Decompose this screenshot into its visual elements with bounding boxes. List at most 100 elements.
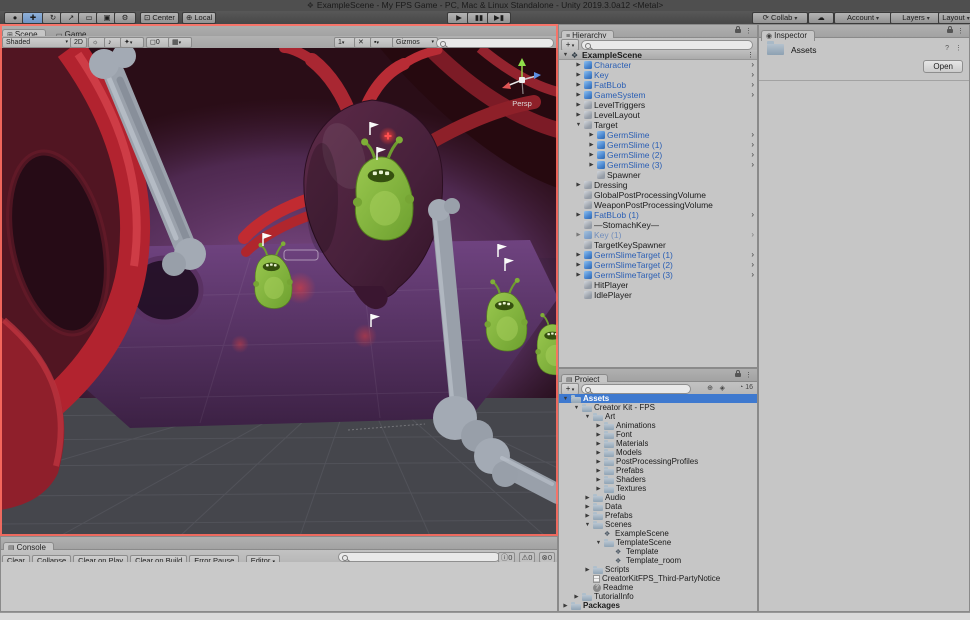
project-item[interactable]: Template ›	[559, 547, 757, 556]
prefab-chevron-icon[interactable]: ›	[751, 90, 754, 100]
persp-label[interactable]: Persp	[512, 99, 532, 108]
expand-arrow-icon[interactable]	[595, 477, 602, 483]
account-dropdown[interactable]: Account▾	[834, 12, 892, 24]
expand-arrow-icon[interactable]	[595, 432, 602, 438]
expand-arrow-icon[interactable]	[595, 540, 602, 546]
expand-arrow-icon[interactable]	[584, 513, 591, 519]
project-item[interactable]: Shaders ›	[559, 475, 757, 484]
gizmos-dropdown[interactable]: Gizmos▾	[392, 37, 438, 48]
expand-arrow-icon[interactable]	[575, 92, 582, 98]
hierarchy-item[interactable]: GermSlimeTarget (3) ›	[559, 270, 757, 280]
expand-arrow-icon[interactable]	[584, 414, 591, 420]
hierarchy-item[interactable]: GermSlime (2) ›	[559, 150, 757, 160]
project-item[interactable]: Packages ›	[559, 601, 757, 610]
expand-arrow-icon[interactable]	[588, 142, 595, 148]
prefab-chevron-icon[interactable]: ›	[751, 210, 754, 220]
lock-icon[interactable]	[947, 29, 953, 33]
scene-viewport[interactable]: Persp	[0, 48, 558, 536]
project-item[interactable]: Font ›	[559, 430, 757, 439]
expand-arrow-icon[interactable]	[575, 72, 582, 78]
hierarchy-item[interactable]: GermSlime (3) ›	[559, 160, 757, 170]
pivot-toggle-button[interactable]: ⊡ Center	[140, 12, 179, 24]
project-item[interactable]: TemplateScene ›	[559, 538, 757, 547]
expand-arrow-icon[interactable]	[588, 162, 595, 168]
hierarchy-item[interactable]: Key (1) ›	[559, 230, 757, 240]
expand-arrow-icon[interactable]	[595, 450, 602, 456]
project-item[interactable]: Prefabs ›	[559, 466, 757, 475]
expand-arrow-icon[interactable]	[562, 396, 569, 402]
hierarchy-item[interactable]: Character ›	[559, 60, 757, 70]
expand-arrow-icon[interactable]	[575, 82, 582, 88]
space-toggle-button[interactable]: ⊕ Local	[182, 12, 216, 24]
expand-arrow-icon[interactable]	[575, 182, 582, 188]
prefab-chevron-icon[interactable]: ›	[751, 270, 754, 280]
draw-mode-dropdown[interactable]: Shaded▾	[2, 37, 72, 48]
hierarchy-item[interactable]: Spawner ›	[559, 170, 757, 180]
project-item[interactable]: Audio ›	[559, 493, 757, 502]
expand-arrow-icon[interactable]	[575, 272, 582, 278]
expand-arrow-icon[interactable]	[573, 405, 580, 411]
expand-arrow-icon[interactable]	[595, 459, 602, 465]
grid-dropdown[interactable]: ▦▾	[168, 37, 192, 48]
project-item[interactable]: ExampleScene ›	[559, 529, 757, 538]
step-button[interactable]: ▶▮	[487, 12, 511, 24]
hierarchy-item[interactable]: Dressing ›	[559, 180, 757, 190]
hierarchy-item[interactable]: IdlePlayer ›	[559, 290, 757, 300]
project-item[interactable]: Prefabs ›	[559, 511, 757, 520]
prefab-chevron-icon[interactable]: ›	[751, 150, 754, 160]
camera-speed-dropdown[interactable]: 1▾	[334, 37, 356, 48]
camera-settings-dropdown[interactable]: ▪▾	[370, 37, 394, 48]
expand-arrow-icon[interactable]	[584, 522, 591, 528]
expand-arrow-icon[interactable]	[575, 262, 582, 268]
prefab-chevron-icon[interactable]: ›	[751, 260, 754, 270]
expand-arrow-icon[interactable]	[588, 152, 595, 158]
hierarchy-item[interactable]: FatBLob ›	[559, 80, 757, 90]
lock-icon[interactable]	[735, 373, 741, 377]
console-log-area[interactable]	[1, 562, 557, 611]
prefab-chevron-icon[interactable]: ›	[751, 70, 754, 80]
kebab-menu-icon[interactable]: ⋮	[955, 45, 964, 52]
project-item[interactable]: Assets ›	[559, 394, 757, 403]
project-item[interactable]: Creator Kit - FPS ›	[559, 403, 757, 412]
project-item[interactable]: Materials ›	[559, 439, 757, 448]
prefab-chevron-icon[interactable]: ›	[751, 160, 754, 170]
custom-tool-button[interactable]: ⚙	[114, 12, 136, 24]
console-search-input[interactable]	[338, 552, 500, 562]
layout-dropdown[interactable]: Layout▾	[938, 12, 970, 24]
hierarchy-item[interactable]: GermSlime (1) ›	[559, 140, 757, 150]
expand-arrow-icon[interactable]	[575, 212, 582, 218]
prefab-chevron-icon[interactable]: ›	[751, 60, 754, 70]
project-item[interactable]: Scripts ›	[559, 565, 757, 574]
hierarchy-item[interactable]: LevelTriggers ›	[559, 100, 757, 110]
hierarchy-item[interactable]: GermSlimeTarget (2) ›	[559, 260, 757, 270]
hierarchy-item[interactable]: GlobalPostProcessingVolume ›	[559, 190, 757, 200]
hierarchy-item[interactable]: —StomachKey— ›	[559, 220, 757, 230]
2d-toggle-button[interactable]: 2D	[70, 37, 87, 48]
expand-arrow-icon[interactable]	[573, 594, 580, 600]
prefab-chevron-icon[interactable]: ›	[751, 230, 754, 240]
prefab-chevron-icon[interactable]: ›	[751, 130, 754, 140]
open-button[interactable]: Open	[923, 60, 963, 73]
project-item[interactable]: Readme ›	[559, 583, 757, 592]
project-item[interactable]: Models ›	[559, 448, 757, 457]
hierarchy-item[interactable]: Key ›	[559, 70, 757, 80]
effects-dropdown[interactable]: ✦▾	[120, 37, 144, 48]
hierarchy-item[interactable]: GermSlimeTarget (1) ›	[559, 250, 757, 260]
collab-button[interactable]: ⟳ Collab▾	[752, 12, 808, 24]
search-by-type-icon[interactable]: ⊕	[707, 384, 713, 392]
project-item[interactable]: PostProcessingProfiles ›	[559, 457, 757, 466]
hierarchy-item[interactable]: GermSlime ›	[559, 130, 757, 140]
search-by-label-icon[interactable]: ◈	[720, 384, 725, 392]
cloud-button[interactable]: ☁	[808, 12, 834, 24]
expand-arrow-icon[interactable]	[562, 52, 569, 58]
expand-arrow-icon[interactable]	[595, 441, 602, 447]
project-item[interactable]: Textures ›	[559, 484, 757, 493]
hierarchy-item[interactable]: Target ›	[559, 120, 757, 130]
expand-arrow-icon[interactable]	[575, 112, 582, 118]
prefab-chevron-icon[interactable]: ›	[751, 80, 754, 90]
prefab-chevron-icon[interactable]: ›	[751, 250, 754, 260]
hierarchy-item[interactable]: ExampleScene ›	[559, 50, 757, 60]
hierarchy-search-input[interactable]	[581, 40, 753, 50]
hierarchy-item[interactable]: TargetKeySpawner ›	[559, 240, 757, 250]
expand-arrow-icon[interactable]	[584, 504, 591, 510]
